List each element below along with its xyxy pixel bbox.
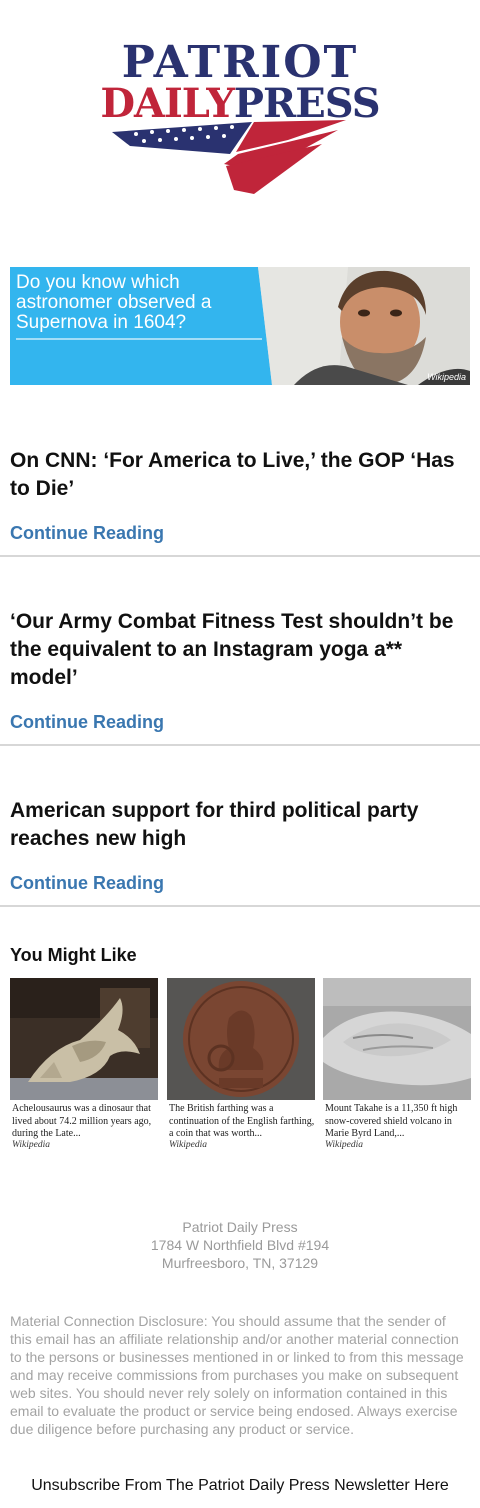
continue-reading-link-2[interactable]: Continue Reading: [10, 712, 164, 733]
recommendation-card-2[interactable]: The British farthing was a continuation …: [167, 978, 315, 1150]
divider: [0, 905, 480, 907]
card-2-source: Wikipedia: [169, 1140, 207, 1150]
you-might-like-heading: You Might Like: [10, 945, 137, 965]
divider: [0, 555, 480, 557]
article-1: On CNN: ‘For America to Live,’ the GOP ‘…: [10, 447, 465, 503]
ad-divider: [16, 338, 262, 340]
ad-text: Do you know which astronomer observed a …: [16, 272, 212, 333]
flag-swoosh-icon: [112, 120, 346, 194]
card-3-source: Wikipedia: [325, 1140, 363, 1150]
recommendation-card-1[interactable]: Achelousaurus was a dinosaur that lived …: [10, 978, 158, 1150]
patriot-daily-press-logo[interactable]: PATRIOT DAILYPRESS: [96, 40, 384, 200]
article-1-title[interactable]: On CNN: ‘For America to Live,’ the GOP ‘…: [10, 447, 465, 503]
card-2-caption: The British farthing was a continuation …: [169, 1103, 315, 1139]
article-3-title[interactable]: American support for third political par…: [10, 797, 465, 853]
card-1-caption: Achelousaurus was a dinosaur that lived …: [12, 1103, 152, 1139]
recommendation-card-3[interactable]: Mount Takahe is a 11,350 ft high snow-co…: [323, 978, 471, 1150]
ad-banner[interactable]: Do you know which astronomer observed a …: [10, 267, 470, 385]
footer-address-line-1: 1784 W Northfield Blvd #194: [150, 1237, 330, 1253]
article-3: American support for third political par…: [10, 797, 465, 853]
unsubscribe-link[interactable]: Unsubscribe From The Patriot Daily Press…: [0, 1477, 480, 1495]
divider: [0, 744, 480, 746]
card-1-source: Wikipedia: [12, 1140, 50, 1150]
dinosaur-skull-photo-icon: [10, 978, 158, 1100]
volcano-aerial-photo-icon: [323, 978, 471, 1100]
article-2-title[interactable]: ‘Our Army Combat Fitness Test shouldn’t …: [10, 608, 465, 692]
continue-reading-link-3[interactable]: Continue Reading: [10, 873, 164, 894]
continue-reading-link-1[interactable]: Continue Reading: [10, 523, 164, 544]
ad-source-label: Wikipedia: [427, 372, 466, 382]
farthing-coin-photo-icon: [167, 978, 315, 1100]
footer-address-line-2: Murfreesboro, TN, 37129: [161, 1255, 319, 1271]
astronomer-portrait-photo: [258, 267, 470, 385]
material-connection-disclosure: Material Connection Disclosure: You shou…: [10, 1313, 464, 1437]
card-3-caption: Mount Takahe is a 11,350 ft high snow-co…: [325, 1103, 458, 1139]
article-2: ‘Our Army Combat Fitness Test shouldn’t …: [10, 608, 465, 692]
footer-company-name: Patriot Daily Press: [182, 1219, 298, 1235]
